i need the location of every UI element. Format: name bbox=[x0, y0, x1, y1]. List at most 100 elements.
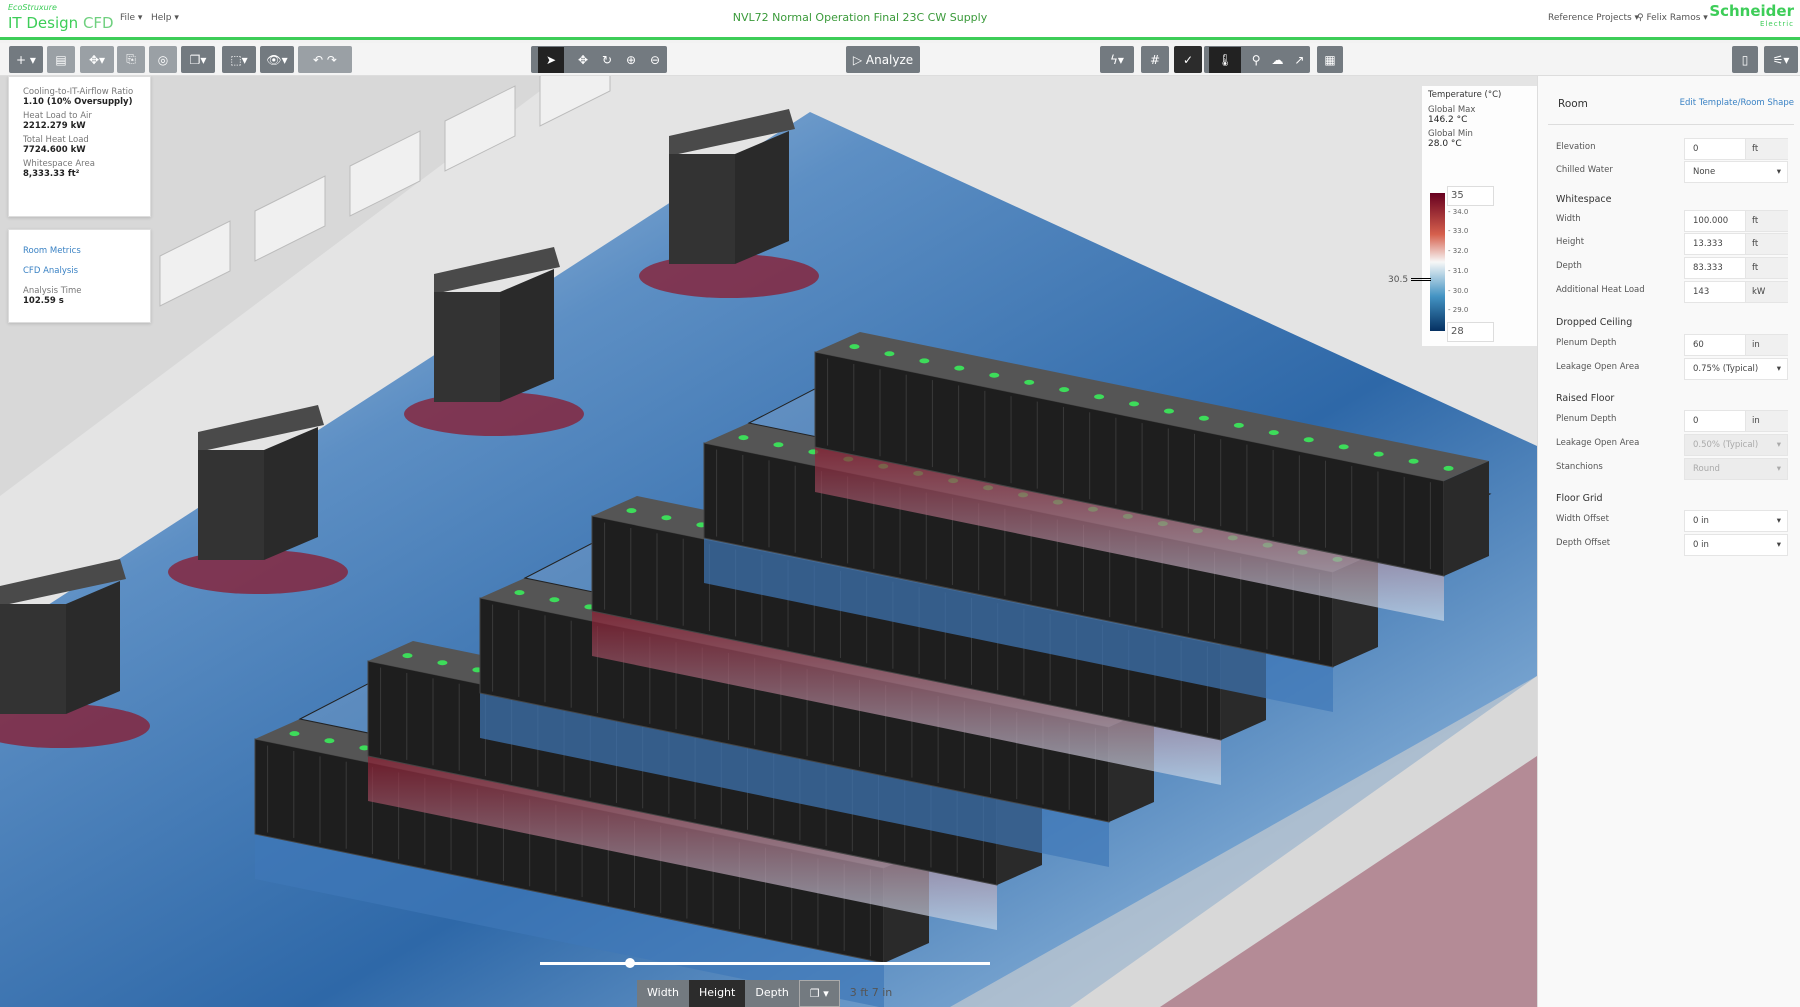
section-slider-knob[interactable] bbox=[625, 958, 635, 968]
door-icon[interactable]: ▯ bbox=[1732, 46, 1758, 73]
thermometer-icon[interactable]: 🌡 bbox=[1209, 46, 1241, 73]
rack-status-led bbox=[1094, 394, 1105, 400]
heat-load-row: Additional Heat Load 143 kW bbox=[1556, 281, 1792, 303]
reference-projects-menu[interactable]: Reference Projects ▾ bbox=[1548, 13, 1639, 23]
user-menu[interactable]: ⚲ Felix Ramos ▾ bbox=[1637, 13, 1708, 23]
pointer-icon[interactable]: ➤ bbox=[537, 46, 565, 73]
rotate-object-icon[interactable]: ⎘ bbox=[117, 46, 145, 73]
depth-row: Depth 83.333 ft bbox=[1556, 257, 1792, 279]
rack-status-led bbox=[324, 738, 335, 744]
view-icon[interactable]: 👁▾ bbox=[260, 46, 294, 73]
stanchions-row: Stanchions Round ▾ bbox=[1556, 458, 1792, 480]
legend-title: Temperature (°C) bbox=[1428, 90, 1502, 100]
crah-unit-side bbox=[735, 131, 789, 264]
heat-load-input[interactable]: 143 kW bbox=[1684, 281, 1788, 303]
threshold-marker[interactable]: 30.5 bbox=[1388, 275, 1431, 285]
global-max-label: Global Max bbox=[1428, 105, 1476, 115]
rotate-around-icon[interactable]: ◎ bbox=[149, 46, 177, 73]
section-height-button[interactable]: Height bbox=[688, 980, 746, 1007]
rack-status-led bbox=[1408, 458, 1419, 464]
zoom-in-icon[interactable]: ⊕ bbox=[626, 53, 636, 67]
legend-tick: - 34.0 bbox=[1448, 207, 1469, 216]
ceiling-plenum-input[interactable]: 60 in bbox=[1684, 334, 1788, 356]
copy-icon[interactable]: ❐▾ bbox=[181, 46, 215, 73]
cfd-scene[interactable] bbox=[0, 76, 1537, 1007]
section-measure: 3 ft 7 in bbox=[849, 986, 893, 999]
zoom-out-icon[interactable]: ⊖ bbox=[650, 53, 660, 67]
orbit-icon[interactable]: ↻ bbox=[602, 53, 612, 67]
color-scale-bar bbox=[1430, 193, 1445, 331]
dropped-ceiling-heading: Dropped Ceiling bbox=[1556, 317, 1633, 328]
width-row: Width 100.000 ft bbox=[1556, 210, 1792, 232]
floor-plenum-input[interactable]: 0 in bbox=[1684, 410, 1788, 432]
power-icon[interactable]: ϟ▾ bbox=[1100, 46, 1134, 73]
scale-min-input[interactable]: 28 bbox=[1447, 322, 1494, 342]
whitespace-heading: Whitespace bbox=[1556, 194, 1612, 205]
add-button[interactable]: + ▾ bbox=[9, 46, 43, 73]
rack-status-led bbox=[1059, 387, 1070, 393]
width-input[interactable]: 100.000 ft bbox=[1684, 210, 1788, 232]
room-metrics-link[interactable]: Room Metrics bbox=[23, 246, 136, 256]
section-width-button[interactable]: Width bbox=[637, 980, 689, 1007]
settings-sliders-icon[interactable]: ⚟▾ bbox=[1764, 46, 1798, 73]
undo-redo-buttons[interactable]: ↶ ↷ bbox=[298, 46, 352, 73]
rack-status-led bbox=[1338, 444, 1349, 450]
select-icon[interactable]: ⬚▾ bbox=[222, 46, 256, 73]
analysis-time-value: 102.59 s bbox=[23, 296, 64, 306]
depth-input[interactable]: 83.333 ft bbox=[1684, 257, 1788, 279]
ceiling-plenum-row: Plenum Depth 60 in bbox=[1556, 334, 1792, 356]
metric-value: 8,333.33 ft² bbox=[23, 169, 80, 179]
floor-leakage-row: Leakage Open Area 0.50% (Typical) ▾ bbox=[1556, 434, 1792, 456]
chilled-water-select[interactable]: None ▾ bbox=[1684, 161, 1788, 183]
depth-offset-select[interactable]: 0 in ▾ bbox=[1684, 534, 1788, 556]
rack-status-led bbox=[402, 653, 413, 659]
rack-status-led bbox=[849, 344, 860, 350]
rack-status-led bbox=[1198, 415, 1209, 421]
sensor-icon[interactable]: ⚲ bbox=[1252, 53, 1261, 67]
arrow-icon[interactable]: ↗ bbox=[1294, 53, 1304, 67]
cfd-analysis-link[interactable]: CFD Analysis bbox=[23, 266, 136, 276]
rack-status-led bbox=[1129, 401, 1140, 407]
cfd-display-tools: 🌡 ⚲ ☁ ↗ bbox=[1204, 46, 1310, 73]
scale-max-input[interactable]: 35 bbox=[1447, 186, 1494, 206]
edit-room-shape-link[interactable]: Edit Template/Room Shape bbox=[1680, 98, 1794, 108]
legend-tick: - 29.0 bbox=[1448, 306, 1469, 315]
section-depth-button[interactable]: Depth bbox=[745, 980, 799, 1007]
move-icon[interactable]: ✥▾ bbox=[80, 46, 114, 73]
section-slider-track[interactable] bbox=[540, 958, 990, 968]
rack-status-led bbox=[1268, 430, 1279, 436]
app-header: EcoStruxure IT Design CFD File ▾ Help ▾ … bbox=[0, 0, 1800, 40]
rack-status-led bbox=[437, 660, 448, 666]
floor-tiles-icon[interactable]: ▦ bbox=[1317, 46, 1343, 73]
rack-status-led bbox=[989, 372, 1000, 378]
stanchions-select[interactable]: Round ▾ bbox=[1684, 458, 1788, 480]
pan-icon[interactable]: ✥ bbox=[578, 53, 588, 67]
section-copy-icon[interactable]: ❐ ▾ bbox=[798, 980, 840, 1007]
navigation-tools: ➤ ✥ ↻ ⊕ ⊖ bbox=[531, 46, 667, 73]
crah-unit-side bbox=[500, 269, 554, 402]
airflow-icon[interactable]: ☁ bbox=[1271, 53, 1283, 67]
rack-status-led bbox=[954, 365, 965, 371]
rack-status-led bbox=[1024, 379, 1035, 385]
schneider-logo: Schneider Electric bbox=[1709, 2, 1794, 29]
grid-icon[interactable]: # bbox=[1141, 46, 1169, 73]
floor-leakage-select[interactable]: 0.50% (Typical) ▾ bbox=[1684, 434, 1788, 456]
height-row: Height 13.333 ft bbox=[1556, 233, 1792, 255]
raised-floor-heading: Raised Floor bbox=[1556, 393, 1615, 404]
rack-status-led bbox=[884, 351, 895, 357]
width-offset-select[interactable]: 0 in ▾ bbox=[1684, 510, 1788, 532]
check-icon[interactable]: ✓ bbox=[1174, 46, 1202, 73]
document-icon[interactable]: ▤ bbox=[47, 46, 75, 73]
rack-status-led bbox=[773, 442, 784, 448]
panel-header: Room Edit Template/Room Shape bbox=[1548, 88, 1794, 125]
crah-unit-side bbox=[66, 581, 120, 714]
analysis-time-label: Analysis Time bbox=[23, 286, 82, 296]
elevation-input[interactable]: 0 ft bbox=[1684, 138, 1788, 160]
analyze-button[interactable]: ▷ Analyze bbox=[846, 46, 920, 73]
ceiling-leakage-select[interactable]: 0.75% (Typical) ▾ bbox=[1684, 358, 1788, 380]
height-input[interactable]: 13.333 ft bbox=[1684, 233, 1788, 255]
chilled-water-row: Chilled Water None ▾ bbox=[1556, 161, 1792, 183]
depth-offset-row: Depth Offset 0 in ▾ bbox=[1556, 534, 1792, 556]
play-icon: ▷ bbox=[852, 52, 866, 67]
3d-viewport[interactable]: Cooling-to-IT-Airflow Ratio 1.10 (10% Ove… bbox=[0, 76, 1537, 1007]
